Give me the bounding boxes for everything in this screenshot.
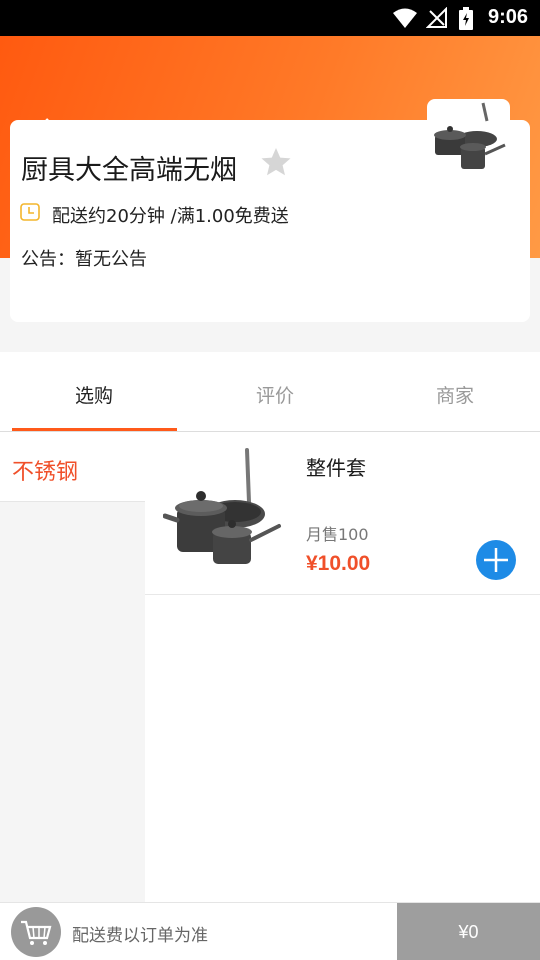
shop-notice: 公告：暂无公告 <box>21 245 147 271</box>
tab-reviews[interactable]: 评价 <box>185 352 365 432</box>
status-bar: 9:06 <box>0 0 540 36</box>
cart-button[interactable] <box>11 907 61 957</box>
notice-text: 暂无公告 <box>75 249 147 270</box>
battery-icon <box>459 7 473 30</box>
product-name: 整件套 <box>306 456 366 480</box>
product-image <box>163 448 281 564</box>
notice-label: 公告： <box>21 249 75 270</box>
cart-bar: 配送费以订单为准 ¥0 <box>0 902 540 960</box>
tab-merchant[interactable]: 商家 <box>365 352 540 432</box>
product-item[interactable]: 整件套 月售100 ¥10.00 <box>145 432 540 595</box>
tab-shop[interactable]: 选购 <box>4 352 184 432</box>
plus-icon <box>484 548 508 572</box>
signal-icon <box>426 7 447 28</box>
checkout-button[interactable]: ¥0 <box>397 903 540 960</box>
clock-time: 9:06 <box>487 6 528 28</box>
cart-icon <box>21 920 52 945</box>
wifi-icon <box>393 8 417 28</box>
shop-name: 厨具大全高端无烟 <box>21 155 237 186</box>
cookware-image <box>434 102 506 169</box>
clock-icon <box>20 203 40 221</box>
category-item[interactable]: 不锈钢 <box>0 432 145 502</box>
shop-tabs: 选购 评价 商家 <box>0 352 540 432</box>
shop-logo <box>427 99 510 182</box>
category-sidebar: 不锈钢 <box>0 432 145 902</box>
product-monthly-sales: 月售100 <box>306 525 369 544</box>
product-list: 整件套 月售100 ¥10.00 <box>145 432 540 902</box>
active-tab-indicator <box>12 428 177 431</box>
add-to-cart-button[interactable] <box>476 540 516 580</box>
product-price: ¥10.00 <box>306 552 371 575</box>
delivery-fee-note: 配送费以订单为准 <box>72 926 208 946</box>
delivery-info: 配送约20分钟 /满1.00免费送 <box>52 206 289 227</box>
category-label: 不锈钢 <box>12 460 79 485</box>
star-icon[interactable] <box>260 146 292 178</box>
